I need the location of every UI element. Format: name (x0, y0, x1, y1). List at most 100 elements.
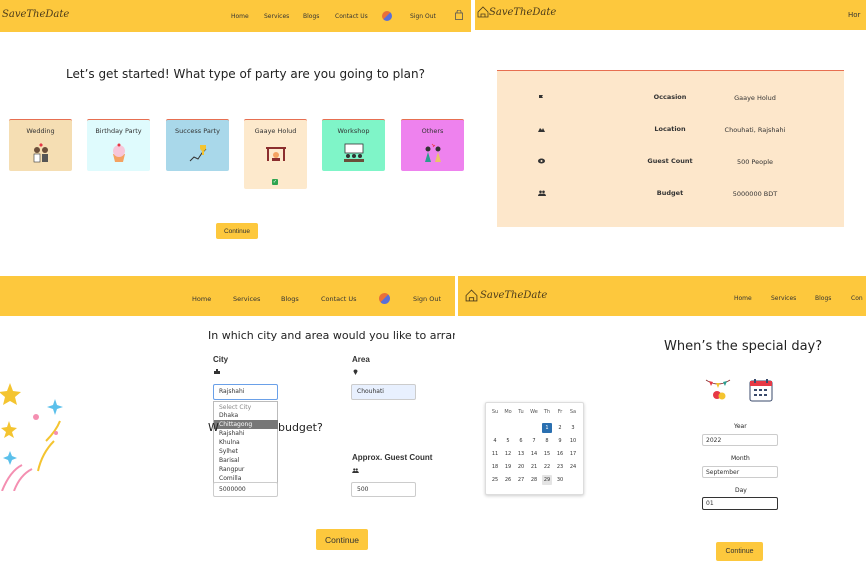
area-label: Area (352, 355, 370, 364)
nav-blogs[interactable]: Blogs (303, 13, 319, 20)
calendar-day[interactable]: 26 (503, 475, 513, 485)
nav-home[interactable]: Home (231, 13, 249, 20)
calendar-day[interactable]: 30 (555, 475, 565, 485)
city-option[interactable]: Khulna (214, 438, 278, 447)
weekday-header: Sa (569, 409, 577, 415)
summary-value: Chouhati, Rajshahi (724, 126, 786, 134)
calendar-day[interactable]: 19 (503, 462, 513, 472)
summary-key: Guest Count (647, 157, 693, 165)
flag-icon (539, 95, 543, 100)
card-others[interactable]: Others (401, 119, 464, 171)
navbar: SaveTheDate Home Services Blogs Con (458, 276, 866, 316)
month-label: Month (731, 455, 750, 462)
city-option[interactable]: Sylhet (214, 447, 278, 456)
calendar-day[interactable]: 28 (529, 475, 539, 485)
calendar-day[interactable]: 15 (542, 449, 552, 459)
nav-sign-out[interactable]: Sign Out (413, 295, 441, 303)
calendar-day[interactable]: 21 (529, 462, 539, 472)
calendar-day[interactable]: 6 (516, 436, 526, 446)
card-workshop[interactable]: Workshop (322, 119, 385, 171)
nav-services[interactable]: Services (233, 295, 260, 303)
city-option[interactable]: Chittagong (214, 420, 278, 429)
selected-check-icon: ✓ (272, 179, 278, 185)
nav-contact[interactable]: Contact Us (335, 13, 368, 20)
calendar-day[interactable]: 7 (529, 436, 539, 446)
nav-home[interactable]: Home (192, 295, 211, 303)
city-select[interactable]: Rajshahi (213, 384, 278, 400)
fireworks-decoration (0, 383, 63, 491)
nav-blogs[interactable]: Blogs (281, 295, 299, 303)
guest-count-input[interactable]: 500 (351, 482, 416, 497)
nav-blogs[interactable]: Blogs (815, 295, 831, 302)
calendar-day[interactable]: 3 (568, 423, 578, 433)
calendar-day[interactable]: 27 (516, 475, 526, 485)
nav-home[interactable]: Home (734, 295, 752, 302)
city-option[interactable]: Rajshahi (214, 429, 278, 438)
nav-contact[interactable]: Con (851, 295, 863, 302)
people-icon (538, 190, 546, 196)
calendar-day[interactable]: 5 (503, 436, 513, 446)
navbar: SaveTheDate Home Services Blogs Contact … (0, 0, 471, 32)
card-gaaye-holud[interactable]: Gaaye Holud ✓ (244, 119, 307, 189)
trophy-icon (189, 145, 206, 162)
nav-home[interactable]: Hor (848, 11, 860, 19)
page-title: When’s the special day? (664, 339, 823, 354)
year-label: Year (734, 423, 747, 430)
calendar-day[interactable]: 13 (516, 449, 526, 459)
city-dropdown: Select City Dhaka Chittagong Rajshahi Kh… (213, 401, 278, 486)
calendar-day[interactable]: 23 (555, 462, 565, 472)
weekday-header: Th (543, 409, 551, 415)
calendar-day[interactable]: 20 (516, 462, 526, 472)
navbar: SaveTheDate Hor (475, 0, 866, 30)
calendar-day[interactable]: 24 (568, 462, 578, 472)
calendar-day[interactable]: 1 (542, 423, 552, 433)
brand-logo[interactable]: SaveTheDate (2, 9, 69, 20)
month-input[interactable]: September (702, 466, 778, 478)
calendar-day[interactable]: 17 (568, 449, 578, 459)
cart-icon[interactable] (455, 10, 463, 20)
continue-button[interactable]: Continue (716, 542, 763, 561)
calendar-icon (749, 379, 773, 402)
city-icon (214, 369, 220, 374)
location-icon (538, 128, 545, 132)
calendar-day[interactable]: 9 (555, 436, 565, 446)
calendar-day[interactable]: 8 (542, 436, 552, 446)
weekday-header: Su (491, 409, 499, 415)
weekday-header: Fr (557, 409, 563, 415)
calendar-day[interactable]: 29 (542, 475, 552, 485)
continue-button[interactable]: Continue (316, 529, 368, 550)
card-success-party[interactable]: Success Party (166, 119, 229, 171)
nav-contact[interactable]: Contact Us (321, 295, 357, 303)
avatar[interactable] (382, 11, 392, 21)
city-option[interactable]: Barisal (214, 456, 278, 465)
calendar-day[interactable]: 25 (490, 475, 500, 485)
brand-logo[interactable]: SaveTheDate (480, 290, 547, 301)
card-wedding[interactable]: Wedding (9, 119, 72, 171)
day-input[interactable]: 01 (702, 497, 778, 510)
continue-button[interactable]: Continue (216, 223, 258, 239)
brand-logo[interactable]: SaveTheDate (489, 7, 556, 18)
calendar-day[interactable]: 4 (490, 436, 500, 446)
calendar-day[interactable]: 16 (555, 449, 565, 459)
wedding-couple-icon (33, 143, 48, 163)
datepicker-popup: Su Mo Tu We Th Fr Sa 1 2 3 4 5 6 7 8 9 10 11 12 13 14 15 16 17 1… (485, 402, 584, 495)
calendar-day[interactable]: 11 (490, 449, 500, 459)
calendar-day[interactable]: 22 (542, 462, 552, 472)
area-input[interactable]: Chouhati (351, 384, 416, 400)
calendar-day[interactable]: 10 (568, 436, 578, 446)
avatar[interactable] (379, 293, 390, 304)
logo-icon (465, 289, 478, 302)
calendar-day[interactable]: 14 (529, 449, 539, 459)
calendar-day[interactable]: 2 (555, 423, 565, 433)
city-option[interactable]: Dhaka (214, 411, 278, 420)
card-birthday-party[interactable]: Birthday Party (87, 119, 150, 171)
year-input[interactable]: 2022 (702, 434, 778, 446)
nav-services[interactable]: Services (264, 13, 289, 20)
city-option[interactable]: Rangpur (214, 465, 278, 474)
nav-services[interactable]: Services (771, 295, 796, 302)
calendar-day[interactable]: 18 (490, 462, 500, 472)
summary-value: 500 People (736, 158, 774, 166)
calendar-day[interactable]: 12 (503, 449, 513, 459)
budget-input[interactable]: 5000000 (213, 482, 278, 497)
nav-sign-out[interactable]: Sign Out (410, 13, 436, 20)
